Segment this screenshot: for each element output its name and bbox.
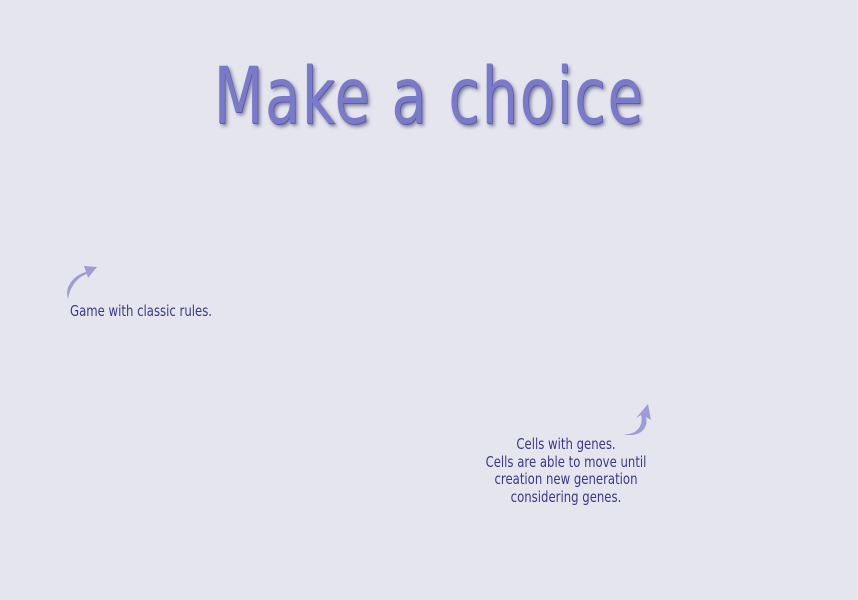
genes-caption-line: Cells with genes. [516,435,616,453]
classic-rules-caption: Game with classic rules. [70,302,213,320]
classic-rules-option[interactable]: Game with classic rules. [70,302,213,321]
curved-arrow-icon[interactable] [62,263,102,303]
genes-caption-line: creation new generation [494,470,638,488]
page-title: Make a choice [213,52,645,142]
curved-arrow-icon[interactable] [618,400,658,440]
genes-caption-line: Cells are able to move until [485,452,647,471]
genes-option[interactable]: Cells with genes. Cells are able to move… [468,435,665,506]
genes-caption-line: considering genes. [510,487,622,506]
